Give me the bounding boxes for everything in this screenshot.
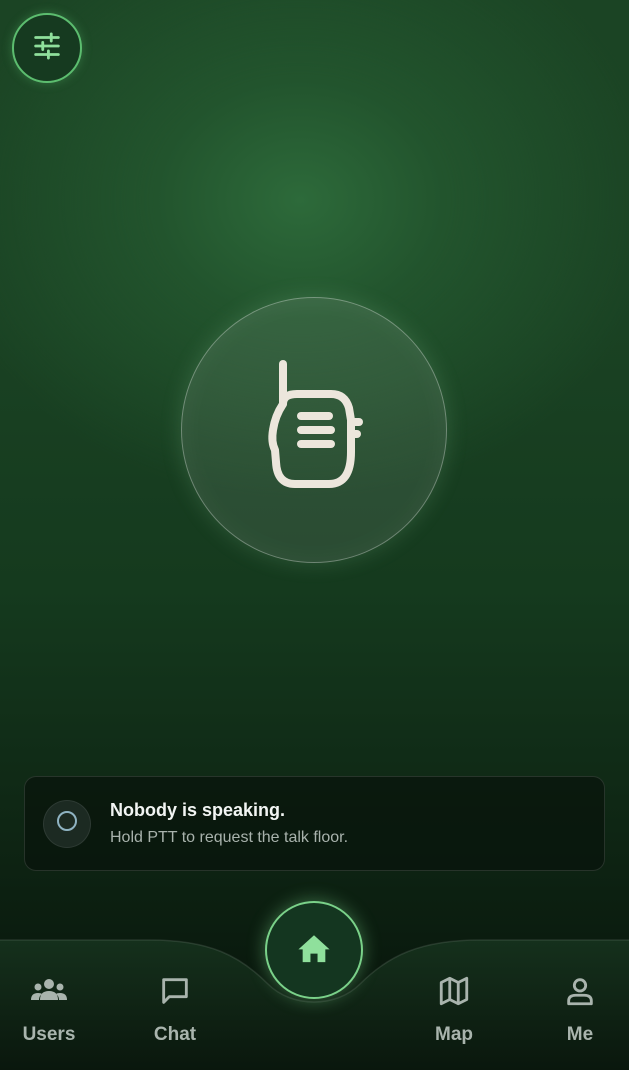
nav-label-me: Me [566,1024,594,1045]
walkie-talkie-icon [259,358,369,503]
status-title: Nobody is speaking. [110,800,286,820]
nav-item-map[interactable]: Map [404,972,504,1046]
chat-bubble-icon [156,972,194,1010]
status-subtitle: Hold PTT to request the talk floor. [110,829,349,846]
nav-item-me[interactable]: Me [530,972,629,1046]
nav-item-users[interactable]: Users [0,972,99,1046]
talk-status-card: Nobody is speaking. Hold PTT to request … [24,776,605,871]
status-indicator [43,799,91,848]
map-icon [435,972,473,1010]
home-button[interactable] [265,901,363,999]
users-icon [30,972,68,1010]
push-to-talk-button[interactable] [181,297,447,563]
nav-item-chat[interactable]: Chat [125,972,225,1046]
nav-label-users: Users [22,1024,76,1045]
settings-button[interactable] [12,13,82,83]
nav-label-chat: Chat [153,1024,197,1045]
idle-ring-icon [55,809,79,838]
sliders-icon [30,29,64,68]
nav-label-map: Map [435,1024,473,1045]
home-icon [297,932,331,969]
person-icon [561,972,599,1010]
